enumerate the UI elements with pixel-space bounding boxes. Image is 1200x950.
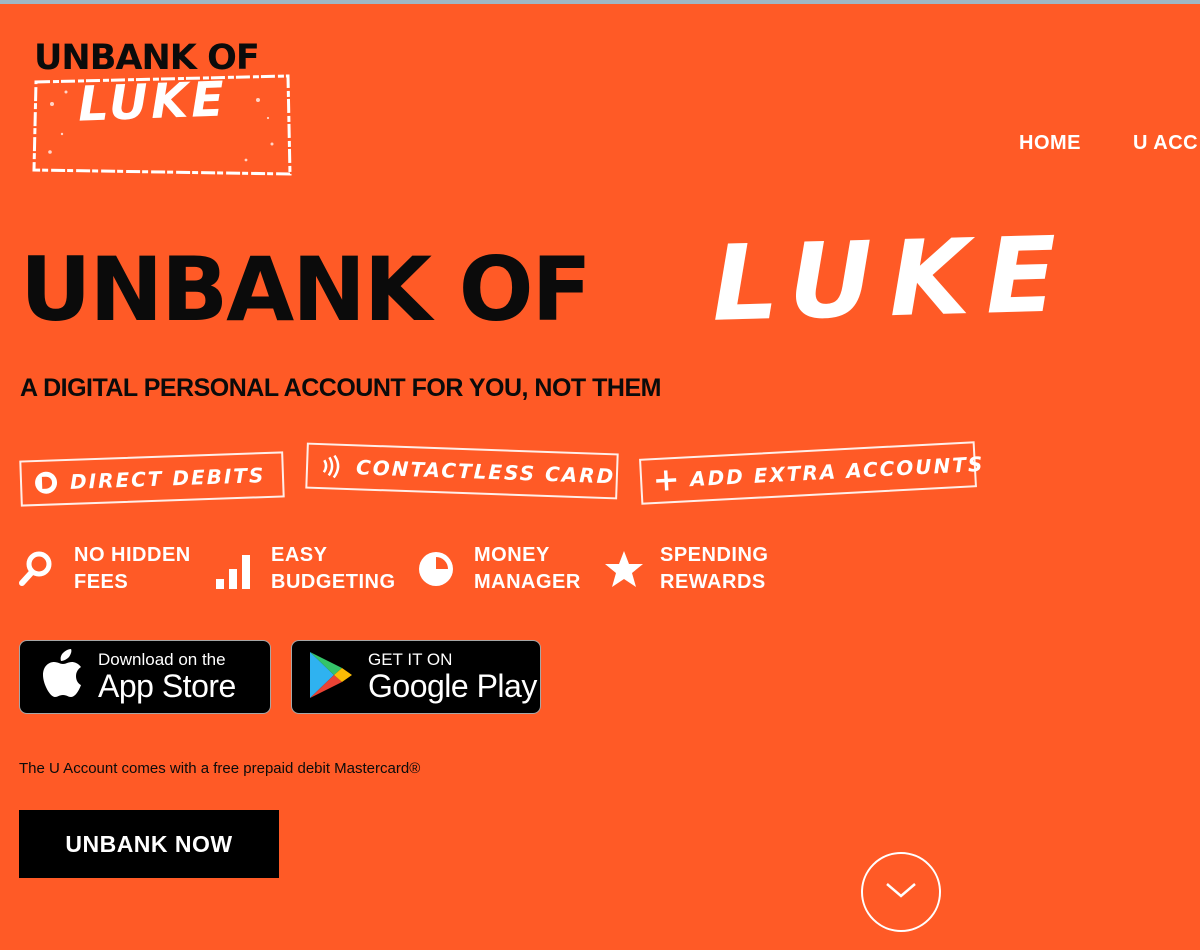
stamp-direct-debits: DIRECT DEBITS bbox=[19, 451, 285, 507]
main-nav: HOME U ACC bbox=[1019, 132, 1198, 155]
feature-money-manager: MONEY MANAGER bbox=[418, 542, 581, 596]
unbank-now-button[interactable]: UNBANK NOW bbox=[19, 810, 279, 878]
badge-big-text: Google Play bbox=[368, 668, 537, 704]
feature-line-2: BUDGETING bbox=[271, 571, 396, 593]
google-play-icon bbox=[308, 650, 354, 705]
hero-title-script: LUKE bbox=[710, 213, 1075, 345]
feature-line-1: SPENDING bbox=[660, 544, 769, 566]
stamp-label: ADD EXTRA ACCOUNTS bbox=[689, 451, 985, 492]
feature-line-1: MONEY bbox=[474, 544, 550, 566]
magnifier-icon bbox=[18, 549, 54, 589]
feature-line-2: REWARDS bbox=[660, 571, 766, 593]
stamp-label: CONTACTLESS CARD bbox=[355, 455, 616, 489]
nav-home[interactable]: HOME bbox=[1019, 132, 1081, 155]
top-border bbox=[0, 0, 1200, 4]
mastercard-note: The U Account comes with a free prepaid … bbox=[19, 760, 421, 777]
brand-logo[interactable]: UNBANK OF LUKE bbox=[30, 38, 300, 176]
star-icon bbox=[604, 549, 643, 589]
nav-u-account[interactable]: U ACC bbox=[1133, 132, 1198, 155]
apple-icon bbox=[40, 648, 84, 706]
feature-no-hidden-fees: NO HIDDEN FEES bbox=[18, 542, 191, 596]
bar-chart-icon bbox=[215, 549, 251, 589]
pie-chart-icon bbox=[418, 549, 454, 589]
feature-line-2: FEES bbox=[74, 571, 129, 593]
badge-small-text: GET IT ON bbox=[368, 650, 453, 669]
logo-script: LUKE bbox=[77, 71, 228, 133]
feature-line-2: MANAGER bbox=[474, 571, 581, 593]
direct-debit-icon bbox=[32, 468, 61, 497]
badge-small-text: Download on the bbox=[98, 650, 226, 669]
feature-easy-budgeting: EASY BUDGETING bbox=[215, 542, 396, 596]
feature-line-1: EASY bbox=[271, 544, 328, 566]
hero-subtitle: A DIGITAL PERSONAL ACCOUNT FOR YOU, NOT … bbox=[20, 374, 661, 402]
feature-spending-rewards: SPENDING REWARDS bbox=[604, 542, 768, 596]
stamp-label: DIRECT DEBITS bbox=[69, 463, 266, 494]
google-play-badge[interactable]: GET IT ON Google Play bbox=[291, 640, 541, 714]
app-store-badge[interactable]: Download on the App Store bbox=[19, 640, 271, 714]
stamp-add-extra-accounts: ADD EXTRA ACCOUNTS bbox=[639, 441, 985, 505]
stamp-contactless-card: CONTACTLESS CARD bbox=[305, 442, 619, 500]
plus-icon bbox=[651, 466, 680, 495]
hero-title: UNBANK OF bbox=[20, 238, 592, 341]
contactless-icon bbox=[318, 452, 347, 481]
scroll-down-button[interactable] bbox=[861, 852, 941, 932]
feature-line-1: NO HIDDEN bbox=[74, 544, 191, 566]
chevron-down-icon bbox=[884, 880, 918, 905]
badge-big-text: App Store bbox=[98, 668, 236, 704]
